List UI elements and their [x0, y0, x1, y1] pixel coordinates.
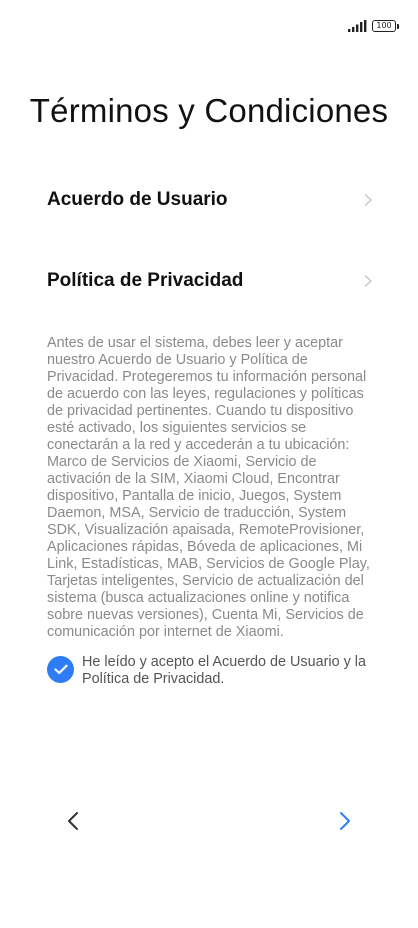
- chevron-right-icon: [364, 194, 372, 206]
- agreement-row: He leído y acepto el Acuerdo de Usuario …: [47, 654, 377, 688]
- terms-description: Antes de usar el sistema, debes leer y a…: [47, 335, 370, 640]
- user-agreement-link[interactable]: Acuerdo de Usuario: [47, 180, 373, 220]
- agreement-checkbox[interactable]: [47, 656, 74, 683]
- checkmark-icon: [53, 664, 68, 675]
- agreement-label: He leído y acepto el Acuerdo de Usuario …: [82, 654, 366, 687]
- user-agreement-label: Acuerdo de Usuario: [47, 189, 228, 210]
- chevron-right-icon: [340, 812, 350, 830]
- battery-level: 100: [376, 21, 392, 30]
- privacy-policy-label: Política de Privacidad: [47, 270, 244, 291]
- chevron-left-icon: [68, 812, 78, 830]
- page-title: Términos y Condiciones: [29, 92, 389, 129]
- status-bar: 100: [347, 18, 399, 34]
- privacy-policy-link[interactable]: Política de Privacidad: [47, 261, 373, 301]
- next-button[interactable]: [334, 808, 356, 834]
- back-button[interactable]: [62, 808, 84, 834]
- chevron-right-icon: [364, 275, 372, 287]
- signal-bars-icon: [348, 20, 367, 32]
- battery-icon: 100: [372, 20, 399, 32]
